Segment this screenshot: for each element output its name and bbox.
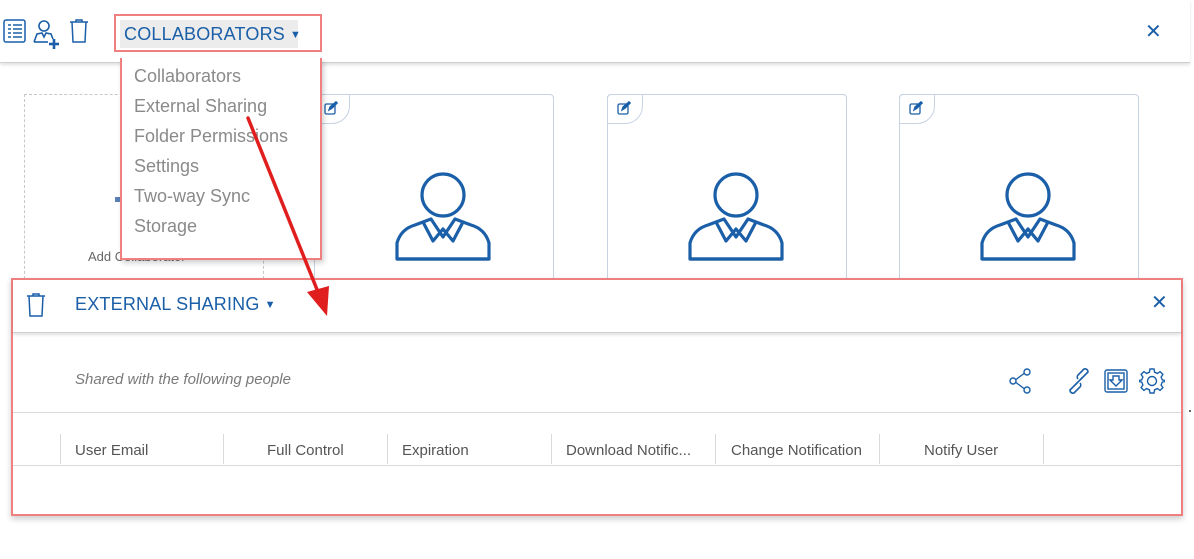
user-icon [393, 171, 493, 268]
list-icon[interactable] [2, 18, 28, 46]
edit-icon[interactable] [899, 94, 935, 124]
trash-icon[interactable] [68, 18, 94, 46]
column-separator[interactable] [1043, 434, 1044, 464]
trash-icon[interactable] [25, 292, 47, 323]
menu-item-folder-permissions[interactable]: Folder Permissions [134, 126, 288, 147]
add-user-icon[interactable] [32, 18, 62, 49]
menu-item-settings[interactable]: Settings [134, 156, 199, 177]
collaborators-dropdown[interactable]: COLLABORATORS ▼ [114, 14, 322, 52]
column-header-full-control[interactable]: Full Control [267, 442, 344, 459]
column-header-user-email[interactable]: User Email [75, 442, 148, 459]
external-sharing-panel: EXTERNAL SHARING ▼ ✕ Shared with the foll… [11, 278, 1183, 516]
collaborators-dropdown-label: COLLABORATORS [124, 24, 285, 44]
divider [13, 412, 1181, 413]
table-header-border [13, 465, 1181, 466]
column-separator[interactable] [879, 434, 880, 464]
edit-icon[interactable] [607, 94, 643, 124]
user-icon [978, 171, 1078, 268]
column-separator[interactable] [223, 434, 224, 464]
close-icon[interactable]: ✕ [1145, 22, 1162, 42]
close-icon[interactable]: ✕ [1151, 293, 1168, 313]
column-header-expiration[interactable]: Expiration [402, 442, 469, 459]
share-icon[interactable] [1008, 368, 1032, 399]
caret-down-icon: ▼ [289, 29, 302, 42]
menu-item-external-sharing[interactable]: External Sharing [134, 96, 267, 117]
column-separator[interactable] [551, 434, 552, 464]
menu-item-two-way-sync[interactable]: Two-way Sync [134, 186, 250, 207]
column-header-change-notification[interactable]: Change Notification [731, 442, 862, 459]
caret-down-icon: ▼ [264, 299, 276, 312]
collaborators-dropdown-button[interactable]: COLLABORATORS ▼ [120, 20, 302, 48]
settings-gear-icon[interactable] [1138, 368, 1166, 399]
external-sharing-dropdown[interactable]: EXTERNAL SHARING ▼ [75, 294, 276, 315]
column-separator[interactable] [387, 434, 388, 464]
column-separator[interactable] [60, 434, 61, 464]
menu-item-storage[interactable]: Storage [134, 216, 197, 237]
column-header-download-notification[interactable]: Download Notific... [566, 442, 691, 459]
collaborator-card[interactable] [314, 94, 554, 284]
external-sharing-header: EXTERNAL SHARING ▼ ✕ [13, 280, 1181, 333]
menu-item-collaborators[interactable]: Collaborators [134, 66, 241, 87]
external-sharing-title: EXTERNAL SHARING [75, 294, 260, 314]
stray-dot [1189, 410, 1191, 412]
shared-with-subtitle: Shared with the following people [75, 371, 291, 388]
user-icon [686, 171, 786, 268]
column-separator[interactable] [715, 434, 716, 464]
column-header-notify-user[interactable]: Notify User [924, 442, 998, 459]
download-icon[interactable] [1103, 368, 1129, 399]
collaborator-card[interactable] [607, 94, 847, 284]
link-icon[interactable] [1066, 368, 1092, 399]
collaborators-menu: Collaborators External Sharing Folder Pe… [120, 58, 322, 260]
collaborator-card[interactable] [899, 94, 1139, 284]
